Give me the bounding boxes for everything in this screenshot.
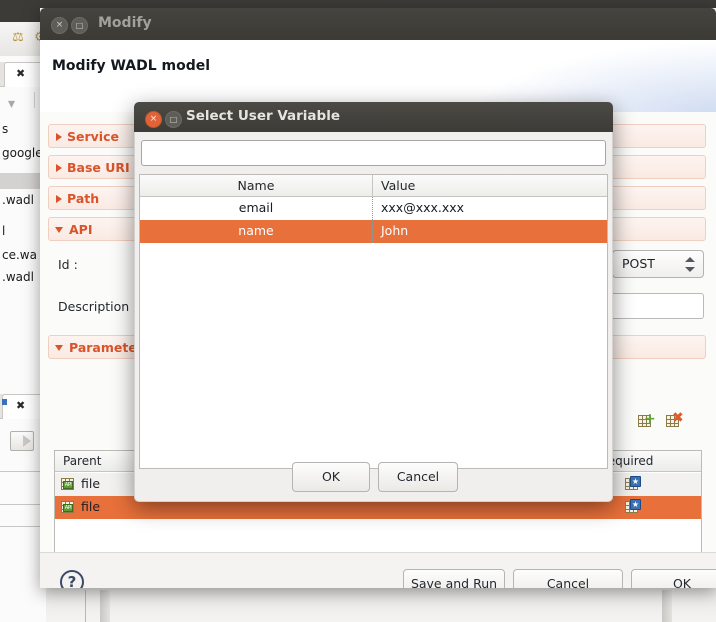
section-label: API: [69, 222, 93, 237]
table-row[interactable]: email xxx@xxx.xxx: [140, 197, 607, 220]
column-header-value[interactable]: Value: [381, 178, 415, 193]
cell-divider: [372, 197, 373, 220]
cell-parent: file: [81, 476, 101, 491]
maximize-icon[interactable]: □: [71, 17, 88, 34]
ok-button[interactable]: OK: [631, 569, 716, 588]
page-title: Modify WADL model: [52, 58, 211, 74]
ide-view-menu-arrow[interactable]: ▾: [8, 96, 26, 112]
close-icon[interactable]: ×: [51, 17, 68, 34]
save-and-run-button[interactable]: Save and Run: [403, 569, 505, 588]
table-star-icon[interactable]: ★: [625, 476, 641, 491]
remove-row-icon[interactable]: ✖: [666, 411, 684, 430]
add-row-icon[interactable]: +: [638, 412, 656, 430]
close-icon[interactable]: ✖: [16, 399, 25, 412]
ide-export-icon[interactable]: [10, 431, 34, 451]
ide-bottom-sep-1: [85, 590, 86, 622]
chevron-down-icon: [55, 227, 63, 233]
modify-window-title: Modify: [98, 15, 152, 31]
cell-value: xxx@xxx.xxx: [381, 200, 465, 215]
spinner-icon[interactable]: [685, 255, 695, 275]
ide-bottom-strip: [46, 588, 716, 622]
method-select-value: POST: [622, 256, 655, 271]
chevron-right-icon: [56, 133, 62, 141]
maximize-icon[interactable]: □: [165, 111, 182, 128]
cell-name: email: [238, 200, 274, 215]
cancel-button[interactable]: Cancel: [513, 569, 623, 588]
section-label: Path: [67, 191, 100, 206]
column-header-name[interactable]: Name: [140, 178, 372, 193]
ide-bottom-handle-2[interactable]: [662, 590, 672, 622]
chevron-right-icon: [56, 195, 62, 203]
dialog-ok-button[interactable]: OK: [292, 462, 370, 492]
search-input[interactable]: [141, 140, 606, 166]
modify-footer: ? Save and Run Cancel OK: [40, 552, 716, 588]
chevron-down-icon: [55, 345, 63, 351]
section-label: Base URI: [67, 160, 130, 175]
column-divider[interactable]: [372, 175, 373, 197]
ide-bottom-handle-1[interactable]: [100, 590, 110, 622]
cell-parent: file: [81, 499, 101, 514]
modify-titlebar[interactable]: × □ Modify: [40, 8, 716, 40]
close-icon[interactable]: ✖: [16, 67, 25, 80]
section-label: Service: [67, 129, 119, 144]
table-header-row: Name Value: [140, 175, 607, 197]
api-table-icon: API: [61, 500, 77, 514]
select-user-variable-dialog: × □ Select User Variable Name Value emai…: [134, 102, 613, 502]
description-field-label: Description: [58, 299, 130, 314]
user-variable-table[interactable]: Name Value email xxx@xxx.xxx name John: [139, 174, 608, 469]
dialog-title: Select User Variable: [186, 108, 340, 124]
column-header-parent[interactable]: Parent: [63, 454, 101, 468]
close-icon[interactable]: ×: [145, 111, 162, 128]
id-field-label: Id :: [58, 257, 78, 272]
dialog-cancel-button[interactable]: Cancel: [378, 462, 458, 492]
table-star-icon[interactable]: ★: [625, 499, 641, 514]
ide-tab-marker: [2, 399, 7, 405]
screen-root: ⚖ ⚙ ✖ ▾ s google .wadl l ce.wa .wadl ✖: [0, 0, 716, 622]
help-icon[interactable]: ?: [60, 570, 84, 588]
toolbar-icon-1[interactable]: ⚖: [10, 30, 26, 46]
dialog-body: Name Value email xxx@xxx.xxx name John O…: [134, 132, 613, 502]
cell-value: John: [381, 223, 409, 238]
ide-toolbar-separator: [34, 92, 35, 108]
api-table-icon: API: [61, 477, 77, 491]
cell-divider: [372, 220, 373, 243]
dialog-titlebar[interactable]: × □ Select User Variable: [134, 102, 613, 132]
table-row[interactable]: name John: [140, 220, 607, 243]
chevron-right-icon: [56, 164, 62, 172]
method-select[interactable]: POST: [612, 250, 704, 278]
cell-name: name: [238, 223, 274, 238]
